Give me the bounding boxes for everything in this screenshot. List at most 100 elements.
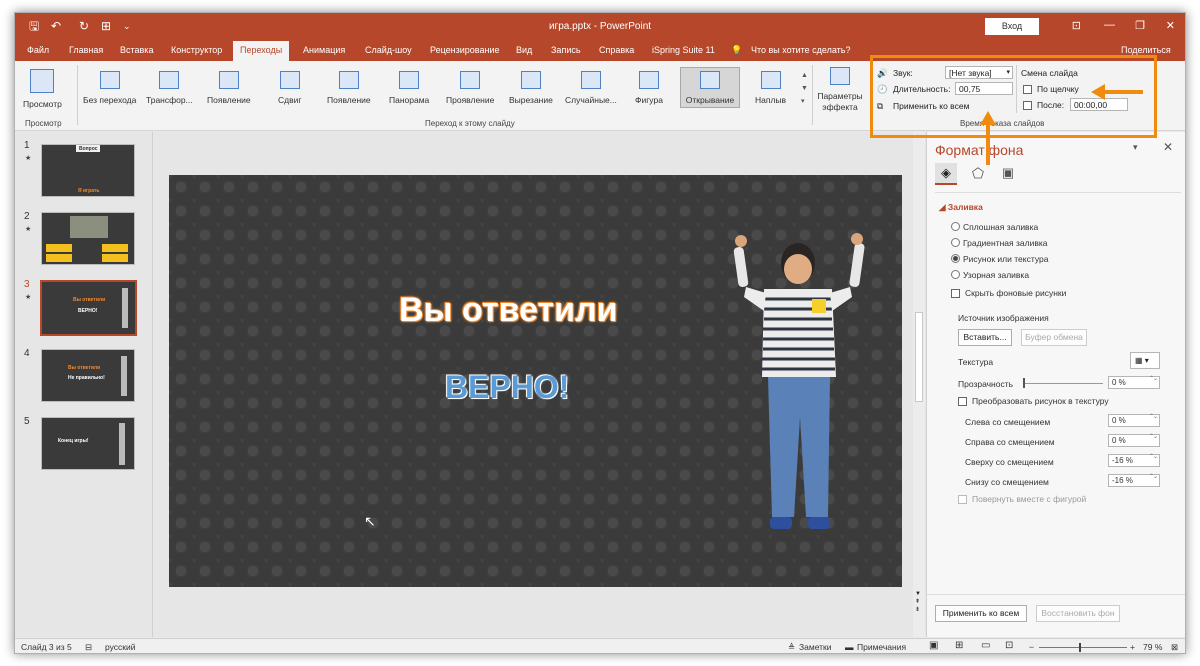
fill-option-picture[interactable]: Рисунок или текстура xyxy=(951,254,1048,264)
slideshow-view-icon[interactable]: ⊡ xyxy=(1005,640,1013,651)
minimize-icon[interactable]: — xyxy=(1104,19,1115,31)
pane-close-icon[interactable]: ✕ xyxy=(1163,140,1173,154)
offset-bottom-spinner[interactable]: -16 % xyxy=(1108,473,1160,487)
editor-scrollbar[interactable]: ▲ ▼ ⇞ ⇟ xyxy=(913,132,925,637)
login-button[interactable]: Вход xyxy=(985,18,1039,35)
hide-bg-checkbox[interactable] xyxy=(951,289,960,298)
transparency-slider-handle[interactable] xyxy=(1023,378,1025,388)
current-slide[interactable]: Вы ответили ВЕРНО! xyxy=(169,175,902,587)
tab-review[interactable]: Рецензирование xyxy=(430,45,500,55)
ribbon-display-icon[interactable]: ⊡ xyxy=(1072,19,1081,32)
tab-view[interactable]: Вид xyxy=(516,45,532,55)
highlight-frame xyxy=(870,55,1157,138)
apply-to-all-button[interactable]: Применить ко всем xyxy=(935,605,1027,622)
transition-wipe-icon xyxy=(338,71,359,89)
fill-option-solid[interactable]: Сплошная заливка xyxy=(951,222,1038,232)
effect-options-button[interactable]: Параметры эффекта xyxy=(815,67,865,113)
language-indicator[interactable]: русский xyxy=(105,642,136,652)
clipboard-button[interactable]: Буфер обмена xyxy=(1021,329,1087,346)
scroll-down-icon[interactable]: ▼ ⇞ ⇟ xyxy=(915,590,921,614)
fill-option-gradient[interactable]: Градиентная заливка xyxy=(951,238,1047,248)
transition-pan[interactable]: Панорама xyxy=(389,71,429,105)
tab-help[interactable]: Справка xyxy=(599,45,634,55)
slide-thumbnail-2[interactable] xyxy=(41,212,135,265)
fill-option-pattern[interactable]: Узорная заливка xyxy=(951,270,1029,280)
tab-slideshow[interactable]: Слайд-шоу xyxy=(365,45,412,55)
zoom-slider[interactable] xyxy=(1039,647,1127,648)
transition-none-icon xyxy=(99,71,120,89)
tab-design[interactable]: Конструктор xyxy=(171,45,222,55)
transition-uncover[interactable]: Открывание xyxy=(680,67,740,108)
transition-pan-icon xyxy=(399,71,420,89)
transition-cut[interactable]: Вырезание xyxy=(509,71,553,105)
offset-right-spinner[interactable]: 0 % xyxy=(1108,433,1160,447)
tile-checkbox[interactable] xyxy=(958,397,967,406)
slide-number: 4 xyxy=(24,348,30,359)
slide-sorter-icon[interactable]: ⊞ xyxy=(955,640,963,651)
zoom-out-icon[interactable]: − xyxy=(1029,642,1034,652)
transition-cover[interactable]: Наплыв xyxy=(755,71,786,105)
normal-view-icon[interactable]: ▣ xyxy=(929,640,938,651)
effects-tab-icon[interactable]: ⬠ xyxy=(967,163,989,185)
tell-me-search[interactable]: Что вы хотите сделать? xyxy=(751,45,851,55)
texture-picker[interactable]: ▦ ▾ xyxy=(1130,352,1160,369)
reset-background-button[interactable]: Восстановить фон xyxy=(1036,605,1120,622)
boy-image[interactable] xyxy=(724,227,884,537)
slide-answer[interactable]: ВЕРНО! xyxy=(445,369,569,406)
notes-icon: ≜ xyxy=(788,642,796,652)
animation-star-icon: ★ xyxy=(25,226,32,233)
reading-view-icon[interactable]: ▭ xyxy=(981,640,990,651)
transition-wipe[interactable]: Появление xyxy=(327,71,371,105)
transition-random-bars[interactable]: Случайные... xyxy=(565,71,617,105)
maximize-icon[interactable]: ❐ xyxy=(1135,19,1145,32)
transition-label: Появление xyxy=(327,95,371,105)
slide-thumbnail-4[interactable]: Вы ответили Не правильно! xyxy=(41,349,135,402)
comments-button[interactable]: Примечания xyxy=(857,642,906,652)
scroll-thumb[interactable] xyxy=(915,312,923,402)
tab-animations[interactable]: Анимация xyxy=(303,45,345,55)
zoom-slider-handle[interactable] xyxy=(1079,643,1081,652)
pane-options-icon[interactable]: ▾ xyxy=(1133,142,1138,153)
slide-thumbnail-3[interactable]: Вы ответили ВЕРНО! xyxy=(40,280,137,336)
share-button[interactable]: Поделиться xyxy=(1121,45,1171,55)
slide-thumbnail-1[interactable]: Вопрос Я играть xyxy=(41,144,135,197)
rotate-with-shape-checkbox[interactable] xyxy=(958,495,967,504)
transition-fade[interactable]: Появление xyxy=(207,71,251,105)
transition-push[interactable]: Сдвиг xyxy=(278,71,301,105)
slide-title[interactable]: Вы ответили xyxy=(399,291,618,330)
insert-picture-button[interactable]: Вставить... xyxy=(958,329,1012,346)
tab-insert[interactable]: Вставка xyxy=(120,45,153,55)
tab-home[interactable]: Главная xyxy=(69,45,103,55)
offset-left-spinner[interactable]: 0 % xyxy=(1108,413,1160,427)
picture-tab-icon[interactable]: ▣ xyxy=(997,163,1019,185)
preview-button[interactable]: Просмотр xyxy=(23,69,62,109)
offset-top-spinner[interactable]: -16 % xyxy=(1108,453,1160,467)
highlight-arrow-up xyxy=(986,123,990,165)
notes-button[interactable]: Заметки xyxy=(799,642,832,652)
gallery-scroll-icon[interactable]: ▲ ▼ ▾ xyxy=(801,69,808,108)
accessibility-icon[interactable]: ⊟ xyxy=(85,642,92,653)
thumb-boy xyxy=(122,288,128,328)
transition-morph[interactable]: Трансфор... xyxy=(146,71,193,105)
close-icon[interactable]: ✕ xyxy=(1166,19,1175,32)
transition-dissolve[interactable]: Проявление xyxy=(446,71,494,105)
zoom-in-icon[interactable]: + xyxy=(1130,642,1135,652)
transparency-slider[interactable] xyxy=(1023,383,1103,384)
tab-file[interactable]: Файл xyxy=(27,45,49,55)
fill-tab-icon[interactable]: ◈ xyxy=(935,163,957,185)
tab-record[interactable]: Запись xyxy=(551,45,581,55)
slide-number: 5 xyxy=(24,416,30,427)
thumb-boy xyxy=(119,423,125,465)
slide-thumbnail-5[interactable]: Конец игры! xyxy=(41,417,135,470)
fit-to-window-icon[interactable]: ⊠ xyxy=(1171,642,1178,653)
divider xyxy=(927,594,1185,595)
transparency-spinner[interactable]: 0 % xyxy=(1108,375,1160,389)
tab-ispring[interactable]: iSpring Suite 11 xyxy=(652,45,715,55)
transition-shape[interactable]: Фигура xyxy=(635,71,663,105)
transition-shape-icon xyxy=(638,71,659,89)
fill-section-header[interactable]: ◢ Заливка xyxy=(939,202,983,213)
zoom-level[interactable]: 79 % xyxy=(1143,642,1162,652)
transition-none[interactable]: Без перехода xyxy=(83,71,136,105)
tab-transitions[interactable]: Переходы xyxy=(233,41,290,61)
hide-bg-label: Скрыть фоновые рисунки xyxy=(965,288,1067,298)
